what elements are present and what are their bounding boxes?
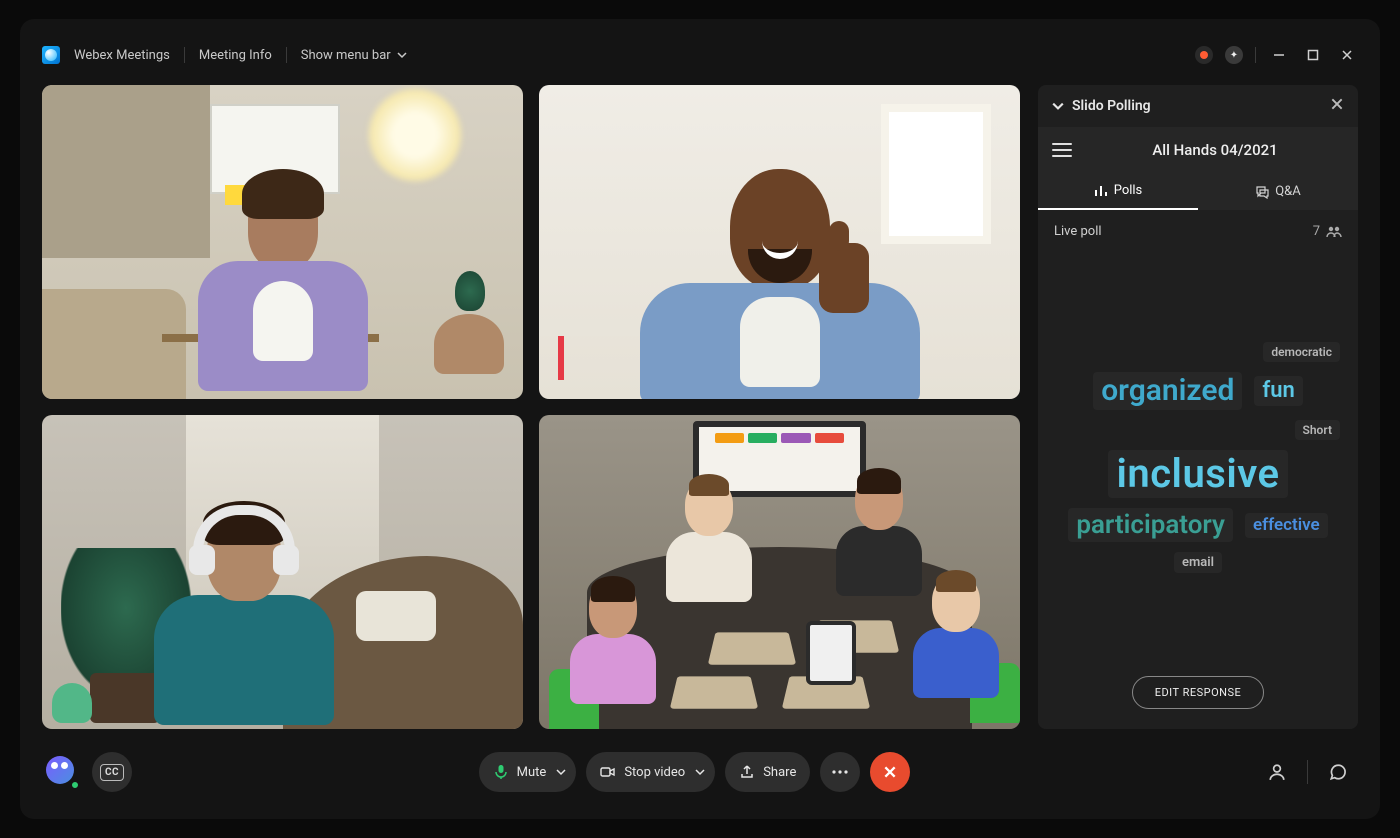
word-inclusive: inclusive bbox=[1108, 450, 1287, 498]
panel-header-label: Slido Polling bbox=[1072, 98, 1151, 114]
stop-video-button[interactable]: Stop video bbox=[586, 752, 715, 792]
cc-icon: CC bbox=[100, 764, 124, 781]
separator bbox=[1255, 47, 1256, 63]
microphone-icon bbox=[493, 764, 509, 780]
participant-tile[interactable] bbox=[539, 415, 1020, 729]
assistant-icon bbox=[46, 756, 78, 788]
captions-button[interactable]: CC bbox=[92, 752, 132, 792]
word-organized: organized bbox=[1093, 372, 1242, 410]
tab-polls[interactable]: Polls bbox=[1038, 173, 1198, 210]
participant-avatar bbox=[630, 169, 930, 399]
mute-label: Mute bbox=[517, 765, 547, 780]
chevron-down-icon bbox=[1052, 100, 1064, 112]
meeting-toolbar: CC Mute Stop video Share bbox=[42, 743, 1358, 801]
titlebar-left: Webex Meetings Meeting Info Show menu ba… bbox=[42, 46, 407, 64]
close-button[interactable] bbox=[1336, 44, 1358, 66]
video-icon bbox=[600, 764, 616, 780]
word-fun: fun bbox=[1254, 376, 1302, 406]
mute-button[interactable]: Mute bbox=[479, 752, 577, 792]
maximize-button[interactable] bbox=[1302, 44, 1324, 66]
poll-body: Live poll 7 democratic organized fun Shor… bbox=[1038, 210, 1358, 729]
separator bbox=[286, 47, 287, 63]
show-menu-label: Show menu bar bbox=[301, 48, 391, 63]
participant-avatar bbox=[144, 509, 344, 729]
separator bbox=[184, 47, 185, 63]
word-email: email bbox=[1174, 552, 1222, 573]
panel-subheader: All Hands 04/2021 Polls Q&A bbox=[1038, 127, 1358, 210]
chat-button[interactable] bbox=[1318, 752, 1358, 792]
webex-logo-icon bbox=[42, 46, 60, 64]
toolbar-right bbox=[1257, 752, 1358, 792]
meeting-info-link[interactable]: Meeting Info bbox=[199, 48, 272, 63]
word-short: Short bbox=[1295, 420, 1340, 440]
minimize-button[interactable] bbox=[1268, 44, 1290, 66]
polls-icon bbox=[1094, 184, 1108, 198]
toolbar-center: Mute Stop video Share bbox=[479, 752, 911, 792]
participant-count: 7 bbox=[1313, 224, 1342, 239]
live-poll-label: Live poll bbox=[1054, 224, 1102, 239]
participants-button[interactable] bbox=[1257, 752, 1297, 792]
poll-title: All Hands 04/2021 bbox=[1086, 141, 1344, 159]
tab-label: Polls bbox=[1114, 183, 1143, 198]
panel-tabs: Polls Q&A bbox=[1038, 173, 1358, 210]
panel-close-button[interactable] bbox=[1330, 97, 1344, 115]
people-icon bbox=[1326, 226, 1342, 238]
toolbar-left: CC bbox=[42, 752, 132, 792]
more-options-button[interactable] bbox=[820, 752, 860, 792]
poll-status-row: Live poll 7 bbox=[1054, 224, 1342, 239]
qa-icon bbox=[1255, 185, 1269, 199]
wordcloud: democratic organizedfun Short inclusive … bbox=[1054, 251, 1342, 664]
chevron-down-icon[interactable] bbox=[556, 767, 566, 777]
tab-label: Q&A bbox=[1275, 184, 1301, 199]
share-button[interactable]: Share bbox=[725, 752, 810, 792]
close-icon bbox=[883, 765, 897, 779]
app-name: Webex Meetings bbox=[74, 48, 170, 63]
chevron-down-icon[interactable] bbox=[695, 767, 705, 777]
word-participatory: participatory bbox=[1068, 508, 1233, 542]
chat-icon bbox=[1329, 763, 1347, 781]
record-indicator-icon[interactable] bbox=[1195, 46, 1213, 64]
main-content: Slido Polling All Hands 04/2021 Polls Q&… bbox=[42, 85, 1358, 729]
tab-qa[interactable]: Q&A bbox=[1198, 173, 1358, 210]
panel-header[interactable]: Slido Polling bbox=[1038, 85, 1358, 127]
show-menu-bar-button[interactable]: Show menu bar bbox=[301, 48, 407, 63]
titlebar-right bbox=[1195, 44, 1358, 66]
compass-icon[interactable] bbox=[1225, 46, 1243, 64]
separator bbox=[1307, 760, 1308, 784]
participant-tile[interactable] bbox=[42, 85, 523, 399]
stop-video-label: Stop video bbox=[624, 765, 685, 780]
titlebar: Webex Meetings Meeting Info Show menu ba… bbox=[42, 37, 1358, 73]
menu-icon[interactable] bbox=[1052, 143, 1072, 157]
word-effective: effective bbox=[1245, 513, 1328, 538]
app-window: Webex Meetings Meeting Info Show menu ba… bbox=[20, 19, 1380, 819]
more-icon bbox=[832, 770, 848, 774]
participant-avatar bbox=[188, 179, 378, 399]
assistant-button[interactable] bbox=[42, 752, 82, 792]
video-grid bbox=[42, 85, 1020, 729]
share-icon bbox=[739, 764, 755, 780]
chevron-down-icon bbox=[397, 50, 407, 60]
person-icon bbox=[1268, 763, 1286, 781]
edit-response-button[interactable]: EDIT RESPONSE bbox=[1132, 676, 1265, 709]
word-democratic: democratic bbox=[1263, 342, 1340, 362]
slido-panel: Slido Polling All Hands 04/2021 Polls Q&… bbox=[1038, 85, 1358, 729]
share-label: Share bbox=[763, 765, 796, 780]
participant-tile[interactable] bbox=[539, 85, 1020, 399]
participant-tile[interactable] bbox=[42, 415, 523, 729]
end-call-button[interactable] bbox=[870, 752, 910, 792]
